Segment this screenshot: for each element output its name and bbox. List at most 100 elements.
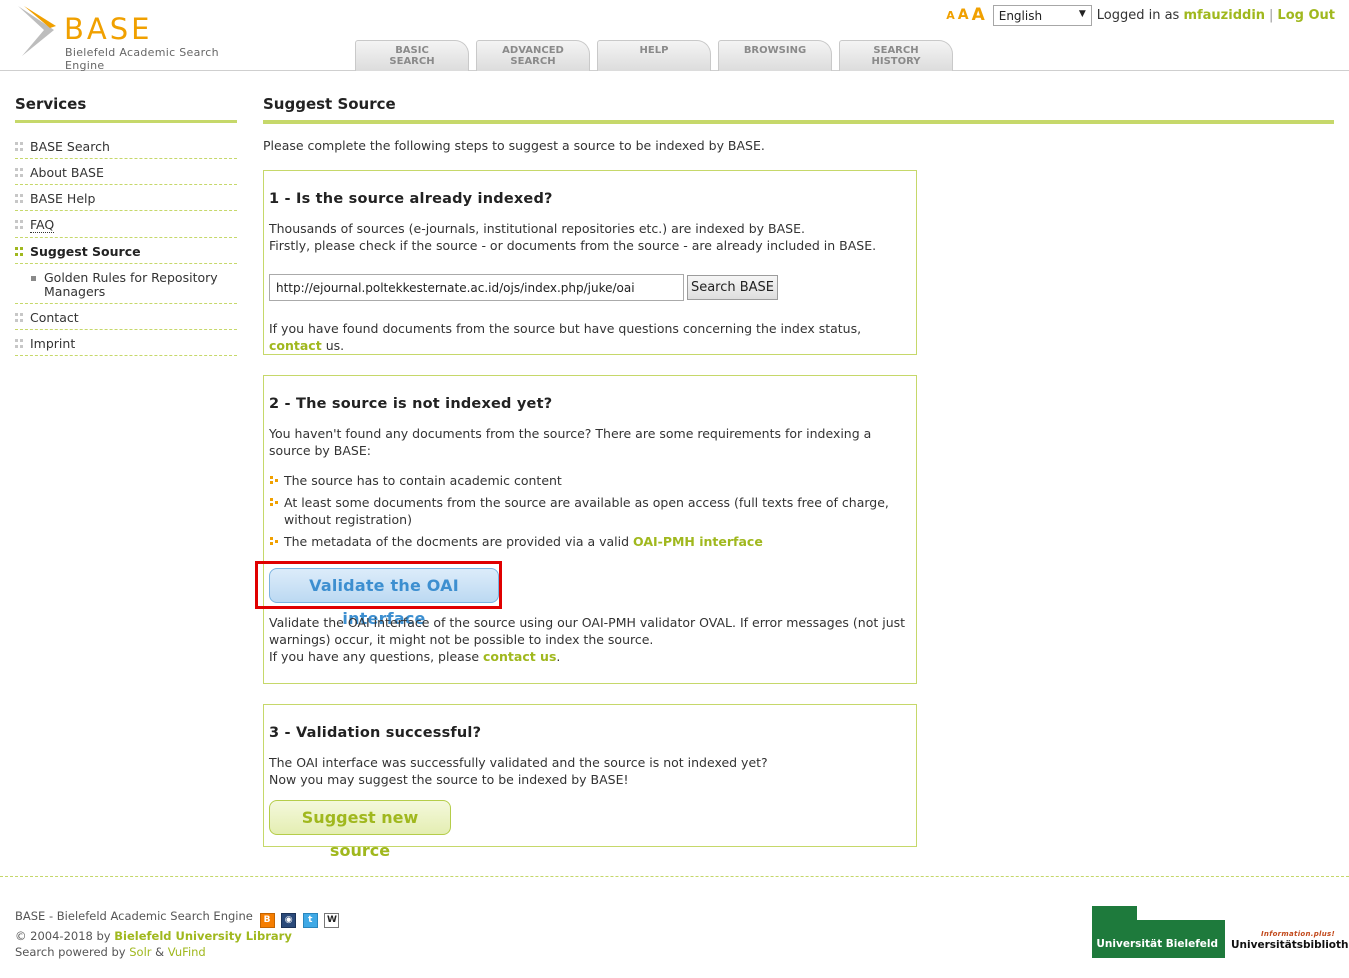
separator: | — [1269, 7, 1274, 23]
uni-logo-text: Universität Bielefeld — [1092, 920, 1225, 958]
login-status: Logged in as mfauziddin | Log Out — [1097, 8, 1335, 23]
sidebar-item-label: FAQ — [30, 217, 55, 233]
bullet-icon — [269, 472, 284, 489]
tab-help[interactable]: HELP — [597, 40, 711, 71]
step3-box: 3 - Validation successful? The OAI inter… — [263, 704, 917, 860]
footer-site-name: BASE - Bielefeld Academic Search Engine — [15, 909, 253, 923]
step1-text2: Firstly, please check if the source - or… — [269, 238, 877, 253]
dropdown-arrow-icon: ▼ — [1078, 8, 1086, 19]
ub-plus-text: Information.plus! — [1261, 930, 1335, 938]
requirement-text: The source has to contain academic conte… — [284, 473, 562, 488]
user-bar: A A A English ▼ Logged in as mfauziddin |… — [946, 4, 1335, 26]
step2-heading: 2 - The source is not indexed yet? — [269, 396, 553, 412]
font-size-medium-button[interactable]: A — [958, 7, 969, 23]
tab-search-history[interactable]: SEARCH HISTORY — [839, 40, 953, 71]
tab-advanced-search[interactable]: ADVANCED SEARCH — [476, 40, 590, 71]
oai-pmh-interface-link[interactable]: OAI-PMH interface — [633, 534, 763, 549]
step2-text: You haven't found any documents from the… — [269, 426, 872, 458]
source-url-input[interactable] — [269, 274, 684, 301]
sidebar-item-label: About BASE — [30, 165, 104, 180]
sidebar-item-suggest-source[interactable]: Suggest Source — [15, 238, 237, 264]
search-base-button[interactable]: Search BASE — [687, 275, 778, 300]
powered-by-text: Search powered by — [15, 945, 126, 959]
base-logo[interactable]: BASE Bielefeld Academic Search Engine — [14, 4, 254, 72]
suggest-new-source-button[interactable]: Suggest new source — [269, 800, 451, 860]
username-link[interactable]: mfauziddin — [1183, 8, 1265, 23]
main-content: Suggest Source Please complete the follo… — [255, 95, 1334, 860]
contact-link[interactable]: contact — [269, 338, 322, 353]
footer-line1: BASE - Bielefeld Academic Search Engine … — [15, 908, 340, 928]
bullet-icon — [15, 247, 30, 258]
sidebar-item-golden-rules[interactable]: Golden Rules for Repository Managers — [15, 264, 237, 304]
footer-line3: Search powered by Solr & VuFind — [15, 944, 339, 960]
ub-logo[interactable]: Information.plus! Universitätsbibliothek — [1231, 930, 1349, 951]
sidebar-item-label: BASE Search — [30, 139, 110, 154]
sidebar-item-label: Suggest Source — [30, 244, 141, 259]
page-title: Suggest Source — [263, 95, 1334, 124]
questions-post-text: . — [556, 649, 561, 664]
tab-label: ADVANCED — [502, 45, 564, 56]
sidebar-item-faq[interactable]: FAQ — [15, 211, 237, 238]
step3-text1: The OAI interface was successfully valid… — [269, 755, 768, 770]
bullet-icon — [15, 339, 30, 350]
intro-text: Please complete the following steps to s… — [263, 138, 765, 153]
tab-label: BROWSING — [743, 45, 807, 56]
sidebar-item-imprint[interactable]: Imprint — [15, 330, 237, 356]
sidebar-item-label: Golden Rules for Repository Managers — [44, 270, 218, 299]
step2-box: 2 - The source is not indexed yet? You h… — [255, 375, 917, 684]
sidebar-item-base-help[interactable]: BASE Help — [15, 185, 237, 211]
header: BASE Bielefeld Academic Search Engine BA… — [0, 0, 1349, 72]
tab-label: SEARCH — [510, 56, 556, 67]
step1-text1: Thousands of sources (e-journals, instit… — [269, 221, 805, 236]
tab-label: SEARCH — [873, 45, 919, 56]
requirement-text: The metadata of the docments are provide… — [284, 533, 763, 550]
font-size-small-button[interactable]: A — [946, 9, 955, 22]
requirements-list: The source has to contain academic conte… — [269, 472, 911, 550]
copyright-text: © 2004-2018 by — [15, 929, 111, 943]
wikipedia-icon[interactable]: W — [324, 913, 340, 928]
step3-text2: Now you may suggest the source to be ind… — [269, 772, 629, 787]
contact-us-link[interactable]: contact us — [483, 649, 556, 664]
vufind-link[interactable]: VuFind — [168, 945, 206, 959]
step1-contact-text: If you have found documents from the sou… — [269, 320, 916, 354]
bullet-icon — [15, 168, 30, 179]
logout-link[interactable]: Log Out — [1277, 8, 1335, 23]
bielefeld-library-link[interactable]: Bielefeld University Library — [114, 929, 292, 943]
solr-link[interactable]: Solr — [129, 945, 151, 959]
step3-heading: 3 - Validation successful? — [269, 725, 482, 741]
list-item: The source has to contain academic conte… — [269, 472, 911, 489]
logged-in-label: Logged in as — [1096, 7, 1180, 23]
logo-subtitle: Bielefeld Academic Search Engine — [65, 46, 219, 72]
tab-label: SEARCH — [389, 56, 435, 67]
tab-browsing[interactable]: BROWSING — [718, 40, 832, 71]
sidebar-item-base-search[interactable]: BASE Search — [15, 133, 237, 159]
step1-heading: 1 - Is the source already indexed? — [269, 191, 553, 207]
universitaet-bielefeld-logo[interactable]: Universität Bielefeld — [1092, 906, 1225, 958]
font-size-large-button[interactable]: A — [972, 5, 985, 25]
base-logo-swoosh-icon — [18, 6, 56, 56]
twitter-icon[interactable]: t — [302, 913, 318, 928]
language-select[interactable]: English ▼ — [992, 4, 1092, 26]
eye-icon[interactable]: ◉ — [281, 913, 297, 928]
blogger-icon[interactable]: B — [259, 913, 275, 928]
sidebar-item-about-base[interactable]: About BASE — [15, 159, 237, 185]
list-item: The metadata of the docments are provide… — [269, 533, 911, 550]
sidebar-item-label: Imprint — [30, 336, 76, 351]
contact-pre-text: If you have found documents from the sou… — [269, 321, 862, 336]
square-bullet-icon — [31, 273, 44, 284]
bullet-icon — [15, 220, 30, 231]
validate-text: Validate the OAI interface of the source… — [269, 615, 906, 647]
requirement-pre-text: The metadata of the docments are provide… — [284, 534, 630, 549]
footer-line2: © 2004-2018 by Bielefeld University Libr… — [15, 928, 339, 944]
requirement-text: At least some documents from the source … — [284, 495, 889, 527]
list-item: At least some documents from the source … — [269, 494, 911, 528]
tab-basic-search[interactable]: BASIC SEARCH — [355, 40, 469, 71]
bullet-icon — [15, 194, 30, 205]
validate-oai-button[interactable]: Validate the OAI interface — [269, 568, 499, 628]
sidebar: Services BASE Search About BASE BASE Hel… — [15, 95, 237, 356]
sidebar-item-contact[interactable]: Contact — [15, 304, 237, 330]
validate-info: Validate the OAI interface of the source… — [269, 614, 909, 665]
sidebar-item-label: Contact — [30, 310, 79, 325]
logo-block — [1092, 906, 1137, 920]
footer-text: BASE - Bielefeld Academic Search Engine … — [15, 908, 340, 960]
